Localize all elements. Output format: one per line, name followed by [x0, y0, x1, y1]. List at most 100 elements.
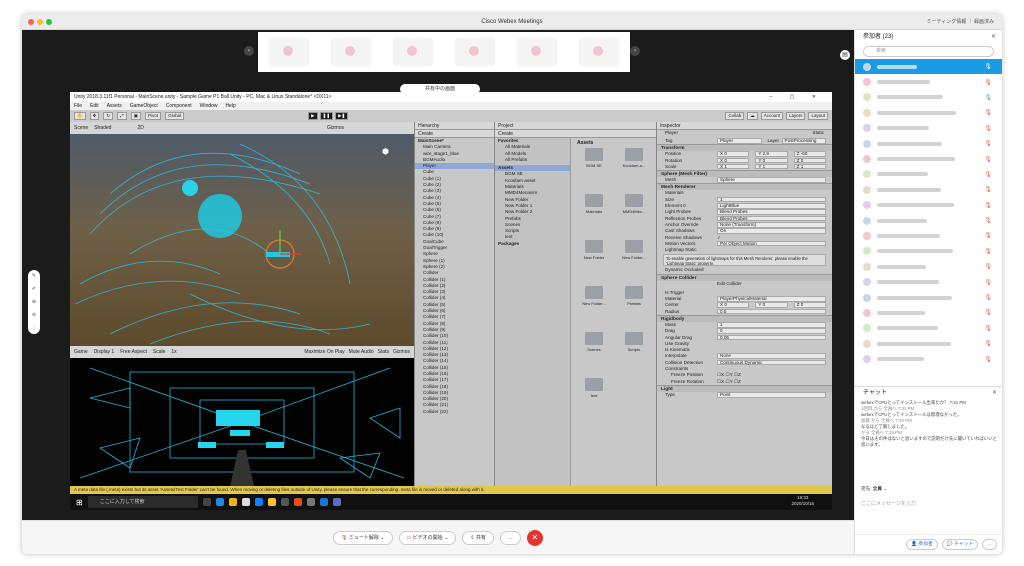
mute-audio-toggle[interactable]: Mute Audio [349, 349, 374, 355]
project-tree-item[interactable]: Packages [495, 241, 570, 247]
vs-icon[interactable] [319, 498, 328, 506]
pointer-icon[interactable]: ✎ [32, 273, 36, 279]
asset-folder[interactable]: Materials [579, 194, 609, 214]
angular-drag-field[interactable]: 0.05 [717, 334, 826, 341]
collab-dropdown[interactable]: Collab [725, 112, 745, 120]
mic-icon[interactable]: 🎙︎ [984, 248, 992, 255]
mic-icon[interactable]: 🎙︎ [984, 140, 992, 147]
move-tool-icon[interactable]: ✥ [89, 112, 100, 120]
asset-folder[interactable]: text [579, 378, 609, 398]
asset-folder[interactable]: Scripts [619, 332, 649, 352]
thumbs-prev-icon[interactable]: ‹ [244, 46, 254, 56]
mesh-filter-section[interactable]: Sphere (Mesh Filter) [657, 170, 832, 178]
hand-tool-icon[interactable]: ✋ [74, 112, 86, 120]
menu-component[interactable]: Component [166, 103, 192, 109]
2d-toggle[interactable]: 2D [137, 125, 143, 131]
center-y[interactable]: Y 0 [755, 302, 788, 308]
project-tab[interactable]: Project [495, 122, 656, 130]
share-button[interactable]: ⇪ 共有 [462, 530, 494, 545]
meeting-info-link[interactable]: ミーティング情報 ｜ 録画済み [927, 18, 994, 25]
pos-x[interactable]: X 0 [717, 151, 750, 157]
participant-row[interactable]: 🎙︎ [855, 290, 1002, 305]
object-name[interactable]: Player [665, 130, 717, 138]
menu-help[interactable]: Help [225, 103, 235, 109]
participant-row[interactable]: 🎙︎ [855, 74, 1002, 89]
scene-tab[interactable]: Scene [74, 125, 88, 131]
collision-detection-dropdown[interactable]: Continuous Dynamic [717, 359, 826, 366]
participant-row[interactable]: 🎙︎ [855, 105, 1002, 120]
menu-edit[interactable]: Edit [90, 103, 99, 109]
aspect-dropdown[interactable]: Free Aspect [120, 349, 147, 355]
mic-icon[interactable]: 🎙︎ [984, 125, 992, 132]
close-participants-icon[interactable]: ✕ [991, 30, 996, 44]
stats-toggle[interactable]: Stats [378, 349, 389, 355]
video-thumb[interactable] [331, 38, 371, 66]
mic-icon[interactable]: 🎙︎ [984, 325, 992, 332]
mic-icon[interactable]: 🎙︎ [984, 309, 992, 316]
zoom-in-icon[interactable]: ⊕ [32, 299, 36, 305]
mesh-renderer-section[interactable]: Mesh Renderer [657, 183, 832, 191]
display-dropdown[interactable]: Display 1 [94, 349, 115, 355]
game-view[interactable]: Game Display 1 Free Aspect Scale 1x Maxi… [70, 346, 414, 486]
chat-recipient[interactable]: 宛先: 全員 ⌄ [861, 486, 887, 492]
video-thumb[interactable] [579, 38, 619, 66]
asset-folder[interactable]: BGM SE [579, 148, 609, 168]
mic-icon[interactable]: 🎙︎ [984, 217, 992, 224]
task-view-icon[interactable] [202, 498, 211, 506]
scale-y[interactable]: Y 1 [755, 163, 788, 170]
anchor-override-field[interactable]: None (Transform) [717, 221, 826, 228]
motion-vectors-dropdown[interactable]: Per Object Motion [717, 240, 826, 247]
scene-view[interactable]: Scene Shaded 2D Gizmos ⬢ [70, 122, 414, 346]
settings-icon[interactable] [306, 498, 315, 506]
video-thumb[interactable] [517, 38, 557, 66]
layout-icon[interactable]: ▤ [840, 50, 850, 60]
center-z[interactable]: Z 0 [793, 302, 826, 308]
draw-icon[interactable]: ✐ [32, 286, 36, 292]
material-element0[interactable]: LightBlue [717, 203, 826, 209]
cloud-icon[interactable]: ☁ [747, 112, 758, 120]
leave-meeting-button[interactable]: ✕ [526, 529, 543, 546]
participant-row[interactable]: 🎙︎ [855, 198, 1002, 213]
participant-row[interactable]: 🎙︎ [855, 151, 1002, 166]
menu-assets[interactable]: Assets [107, 103, 122, 109]
mic-icon[interactable]: 🎙︎ [984, 294, 992, 301]
scale-value[interactable]: 1x [171, 349, 176, 355]
rect-tool-icon[interactable]: ▣ [130, 112, 142, 120]
participant-row[interactable]: 🎙︎ [855, 213, 1002, 228]
game-gizmos-toggle[interactable]: Gizmos [393, 349, 410, 355]
explorer-icon[interactable] [228, 498, 237, 506]
menu-gameobject[interactable]: GameObject [130, 103, 158, 109]
inspector-tab[interactable]: Inspector [657, 122, 832, 130]
zoom-out-icon[interactable]: ⊖ [32, 312, 36, 318]
account-dropdown[interactable]: Account [760, 112, 783, 120]
chat-toggle-button[interactable]: 💬 チャット [941, 539, 979, 550]
participant-row[interactable]: 🎙︎ [855, 305, 1002, 320]
hierarchy-item[interactable]: Collider (22) [415, 409, 494, 415]
mesh-field[interactable]: Sphere [717, 177, 826, 183]
participant-row[interactable]: 🎙︎ [855, 274, 1002, 289]
rotate-tool-icon[interactable]: ↻ [103, 112, 114, 120]
pause-button[interactable]: ❚❚ [319, 112, 334, 120]
asset-folder[interactable]: New Folder... [619, 240, 649, 260]
hierarchy-tab[interactable]: Hierarchy [415, 122, 494, 130]
pos-y[interactable]: Y 2.9 [755, 151, 788, 157]
taskbar-clock[interactable]: 19:33 2020/10/16 [791, 495, 814, 507]
tag-dropdown[interactable]: Player [717, 138, 762, 144]
layout-dropdown[interactable]: Layout [808, 112, 828, 120]
edit-collider-button[interactable]: Edit Collider [717, 281, 742, 290]
drag-field[interactable]: 0 [717, 328, 826, 334]
mic-icon[interactable]: 🎙︎ [984, 63, 992, 70]
zoom-window-button[interactable] [46, 19, 52, 25]
close-window-button[interactable] [28, 19, 34, 25]
layers-dropdown[interactable]: Layers [785, 112, 806, 120]
static-toggle[interactable]: Static [813, 130, 825, 138]
mic-icon[interactable]: 🎙︎ [984, 79, 992, 86]
rot-x[interactable]: X 0 [717, 157, 750, 164]
asset-folder[interactable]: Prefabs [619, 286, 649, 306]
pos-z[interactable]: Z -60 [793, 151, 826, 157]
pivot-toggle[interactable]: Pivot [145, 112, 162, 120]
rot-z[interactable]: Z 0 [793, 157, 826, 164]
participant-search[interactable]: 検索 [863, 46, 994, 57]
participant-row[interactable]: 🎙︎ [855, 321, 1002, 336]
unmute-button[interactable]: 🎙︎ ミュート解除 ⌄ [333, 530, 393, 545]
